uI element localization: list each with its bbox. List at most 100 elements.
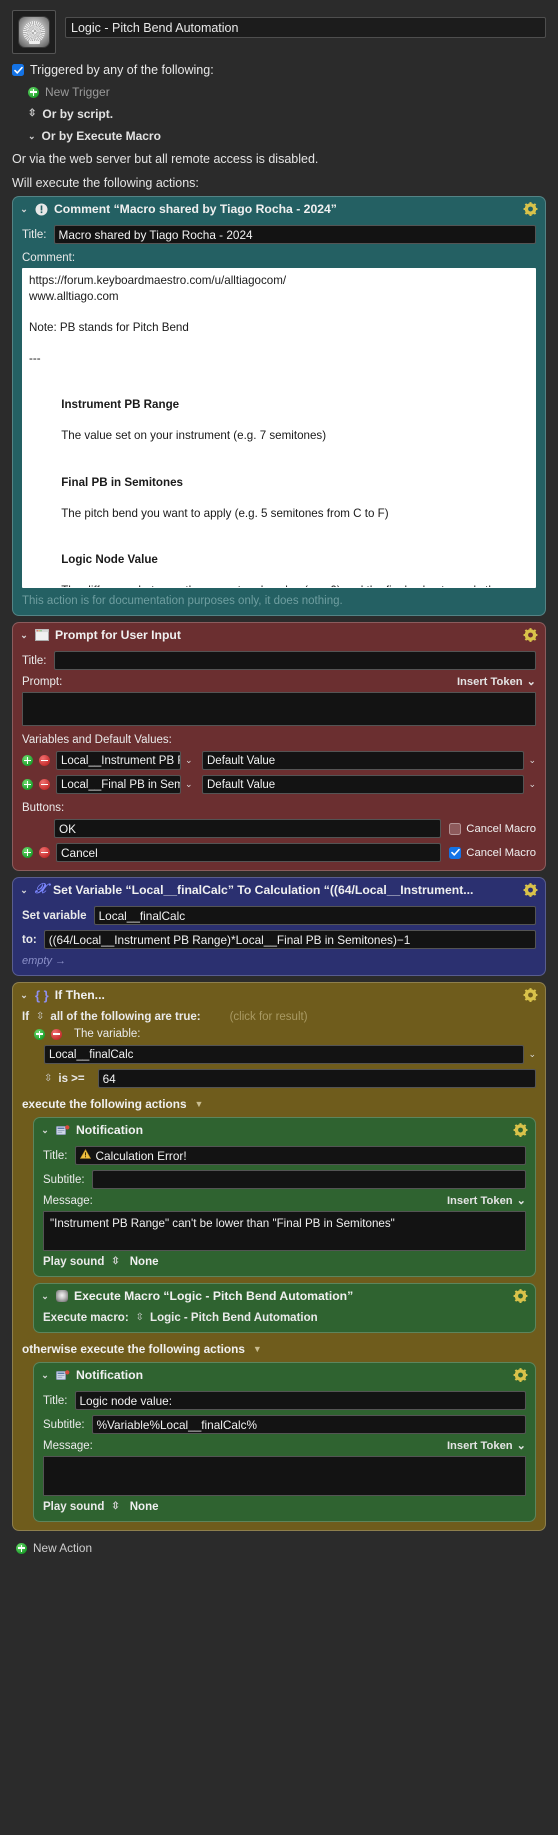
- add-variable-icon[interactable]: [22, 779, 33, 790]
- action-comment-header[interactable]: ⌄ Comment “Macro shared by Tiago Rocha -…: [13, 197, 545, 220]
- execute-macro-row: Execute macro: ⇳ Logic - Pitch Bend Auto…: [43, 1312, 526, 1324]
- gear-icon[interactable]: [523, 627, 538, 642]
- up-down-chevron-icon[interactable]: ⇳: [136, 1313, 144, 1323]
- otherwise-execute-label-row[interactable]: otherwise execute the following actions …: [22, 1342, 536, 1356]
- condition-operator-row: ⇳ is >= 64: [22, 1069, 536, 1088]
- button-label-input-1[interactable]: Cancel: [56, 843, 442, 862]
- insert-token-button[interactable]: Insert Token ⌄: [447, 1194, 526, 1208]
- gear-icon[interactable]: [523, 201, 538, 216]
- play-sound-value: None: [129, 1256, 159, 1268]
- action-set-variable[interactable]: ⌄ 𝒳 Set Variable “Local__finalCalc” To C…: [12, 877, 546, 976]
- disclosure-chevron-icon[interactable]: ⌄: [20, 885, 28, 896]
- action-notification-then[interactable]: ⌄ Notification Title: Calculation Error!…: [33, 1117, 536, 1277]
- disclosure-chevron-icon[interactable]: ⌄: [41, 1370, 49, 1381]
- play-sound-popup[interactable]: ⇳ None: [111, 1256, 158, 1268]
- remove-variable-icon[interactable]: [39, 779, 50, 790]
- triggered-by-row[interactable]: Triggered by any of the following:: [12, 63, 546, 77]
- condition-variable-input[interactable]: Local__finalCalc: [44, 1045, 525, 1064]
- disclosure-chevron-icon[interactable]: ⌄: [20, 990, 28, 1001]
- triangle-down-icon[interactable]: ▼: [195, 1099, 204, 1109]
- or-by-script-row[interactable]: ⇳ Or by script.: [12, 107, 546, 121]
- set-variable-result-note[interactable]: empty →: [22, 955, 536, 967]
- cancel-macro-label-0: Cancel Macro: [466, 822, 536, 835]
- new-trigger-row[interactable]: New Trigger: [12, 85, 546, 99]
- new-action-button[interactable]: New Action: [0, 1531, 558, 1561]
- variable-name-input-1[interactable]: Local__Final PB in Semiton: [56, 775, 181, 794]
- notification-title-input[interactable]: Calculation Error!: [74, 1146, 526, 1165]
- gear-icon[interactable]: [523, 882, 538, 897]
- action-if-then[interactable]: ⌄ { } If Then... If ⇳ all of the followi…: [12, 982, 546, 1531]
- macro-title-input[interactable]: Logic - Pitch Bend Automation: [65, 17, 546, 38]
- insert-token-button[interactable]: Insert Token ⌄: [457, 675, 536, 689]
- remove-condition-icon[interactable]: [51, 1028, 62, 1040]
- action-if-then-header[interactable]: ⌄ { } If Then...: [13, 983, 545, 1006]
- variable-name-input-0[interactable]: Local__Instrument PB Ran: [56, 751, 181, 770]
- notification-title-input[interactable]: Logic node value:: [74, 1391, 526, 1410]
- variable-default-input-1[interactable]: Default Value: [202, 775, 525, 794]
- notification-subtitle-input[interactable]: [91, 1170, 526, 1189]
- chevron-down-icon[interactable]: ⌄: [185, 755, 193, 766]
- comment-textarea[interactable]: https://forum.keyboardmaestro.com/u/allt…: [22, 268, 536, 588]
- chevron-down-icon[interactable]: ⌄: [528, 755, 536, 766]
- up-down-chevron-icon[interactable]: ⇳: [36, 1012, 44, 1022]
- or-by-execute-macro-row[interactable]: ⌄ Or by Execute Macro: [12, 129, 546, 143]
- variable-default-input-0[interactable]: Default Value: [202, 751, 525, 770]
- execute-macro-name[interactable]: Logic - Pitch Bend Automation: [150, 1312, 318, 1324]
- triangle-down-icon[interactable]: ▼: [253, 1344, 262, 1354]
- disclosure-chevron-icon[interactable]: ⌄: [41, 1125, 49, 1136]
- cancel-macro-checkbox-1[interactable]: [449, 846, 462, 859]
- set-variable-calculation-input[interactable]: ((64/Local__Instrument PB Range)*Local__…: [43, 930, 536, 949]
- disclosure-chevron-icon[interactable]: ⌄: [20, 204, 28, 215]
- action-notification-otherwise[interactable]: ⌄ Notification Title: Logic node value: …: [33, 1362, 536, 1522]
- chevron-down-icon: ⌄: [516, 1440, 526, 1452]
- disclosure-chevron-icon[interactable]: ⌄: [20, 630, 28, 641]
- action-set-variable-header[interactable]: ⌄ 𝒳 Set Variable “Local__finalCalc” To C…: [13, 878, 545, 901]
- condition-variable-row: Local__finalCalc ⌄: [22, 1045, 536, 1064]
- action-comment-body: Title: Macro shared by Tiago Rocha - 202…: [13, 225, 545, 615]
- then-execute-label-row[interactable]: execute the following actions ▼: [22, 1097, 536, 1111]
- remove-button-icon[interactable]: [39, 847, 50, 858]
- macro-icon-button[interactable]: [12, 10, 56, 54]
- insert-token-button[interactable]: Insert Token ⌄: [447, 1439, 526, 1453]
- add-condition-icon[interactable]: [34, 1028, 45, 1040]
- gear-icon[interactable]: [513, 1288, 528, 1303]
- notification-message-textarea[interactable]: [43, 1456, 526, 1496]
- condition-row: The variable:: [22, 1028, 536, 1040]
- action-notification-otherwise-header[interactable]: ⌄ Notification: [34, 1363, 535, 1386]
- prompt-title-input[interactable]: [53, 651, 536, 670]
- gear-icon[interactable]: [513, 1122, 528, 1137]
- plus-icon[interactable]: [16, 1542, 27, 1554]
- action-prompt-header[interactable]: ⌄ Prompt for User Input: [13, 623, 545, 646]
- action-set-variable-title: Set Variable “Local__finalCalc” To Calcu…: [53, 883, 474, 897]
- prompt-text-area[interactable]: [22, 692, 536, 726]
- chevron-down-icon[interactable]: ⌄: [185, 779, 193, 790]
- action-notification-then-header[interactable]: ⌄ Notification: [34, 1118, 535, 1141]
- cancel-macro-checkbox-0[interactable]: [449, 822, 462, 835]
- button-label-input-0[interactable]: OK: [54, 819, 442, 838]
- triggered-by-checkbox[interactable]: [12, 64, 24, 76]
- action-prompt-for-user-input[interactable]: ⌄ Prompt for User Input Title: Prompt: I…: [12, 622, 546, 871]
- gear-icon[interactable]: [513, 1367, 528, 1382]
- condition-operator-popup[interactable]: is >=: [58, 1073, 84, 1085]
- play-sound-popup[interactable]: ⇳ None: [111, 1501, 158, 1513]
- condition-compare-input[interactable]: 64: [97, 1069, 536, 1088]
- click-for-result-label[interactable]: (click for result): [230, 1011, 308, 1023]
- add-button-icon[interactable]: [22, 847, 33, 858]
- action-execute-macro-header[interactable]: ⌄ Execute Macro “Logic - Pitch Bend Auto…: [34, 1284, 535, 1307]
- add-variable-icon[interactable]: [22, 755, 33, 766]
- condition-mode-popup[interactable]: all of the following are true:: [50, 1011, 200, 1023]
- notification-subtitle-input[interactable]: %Variable%Local__finalCalc%: [91, 1415, 526, 1434]
- the-variable-label[interactable]: The variable:: [74, 1028, 140, 1040]
- gear-icon[interactable]: [523, 987, 538, 1002]
- plus-icon[interactable]: [28, 86, 39, 98]
- disclosure-chevron-icon[interactable]: ⌄: [41, 1291, 49, 1302]
- chevron-down-icon[interactable]: ⌄: [528, 1049, 536, 1060]
- set-variable-name-input[interactable]: Local__finalCalc: [93, 906, 536, 925]
- comment-title-input[interactable]: Macro shared by Tiago Rocha - 2024: [53, 225, 536, 244]
- remove-variable-icon[interactable]: [39, 755, 50, 766]
- up-down-chevron-icon[interactable]: ⇳: [44, 1073, 52, 1084]
- notification-message-textarea[interactable]: "Instrument PB Range" can't be lower tha…: [43, 1211, 526, 1251]
- action-comment[interactable]: ⌄ Comment “Macro shared by Tiago Rocha -…: [12, 196, 546, 616]
- chevron-down-icon[interactable]: ⌄: [528, 779, 536, 790]
- action-execute-macro[interactable]: ⌄ Execute Macro “Logic - Pitch Bend Auto…: [33, 1283, 536, 1333]
